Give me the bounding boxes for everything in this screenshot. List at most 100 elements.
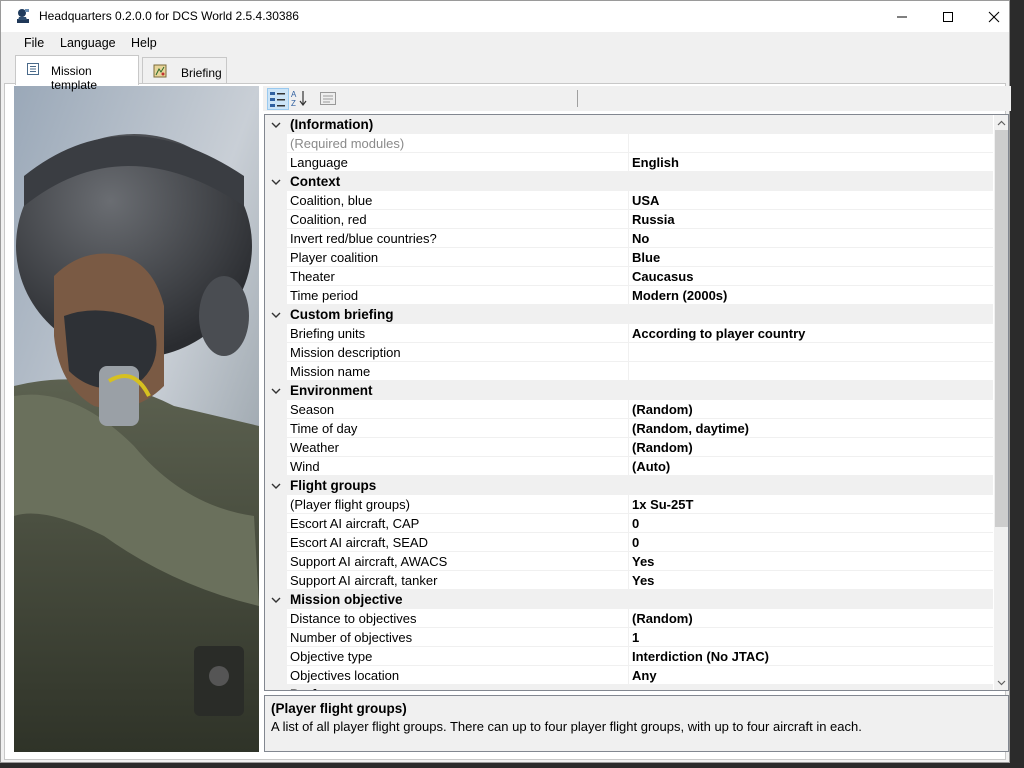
property-value[interactable]: Any bbox=[632, 668, 657, 683]
property-row[interactable]: Distance to objectives (Random) bbox=[265, 609, 993, 628]
chevron-down-icon[interactable] bbox=[270, 309, 282, 321]
title-bar[interactable]: Headquarters 0.2.0.0 for DCS World 2.5.4… bbox=[1, 1, 1009, 32]
property-value[interactable]: Blue bbox=[632, 250, 660, 265]
property-row[interactable]: Weather (Random) bbox=[265, 438, 993, 457]
property-row[interactable]: Theater Caucasus bbox=[265, 267, 993, 286]
property-value[interactable]: 0 bbox=[632, 516, 639, 531]
column-divider[interactable] bbox=[628, 533, 629, 552]
column-divider[interactable] bbox=[628, 552, 629, 571]
property-value[interactable]: Russia bbox=[632, 212, 675, 227]
chevron-down-icon[interactable] bbox=[270, 176, 282, 188]
property-value[interactable]: (Random, daytime) bbox=[632, 421, 749, 436]
property-value[interactable]: (Random) bbox=[632, 611, 693, 626]
chevron-down-icon[interactable] bbox=[270, 385, 282, 397]
column-divider[interactable] bbox=[628, 286, 629, 305]
property-row[interactable]: Mission name bbox=[265, 362, 993, 381]
column-divider[interactable] bbox=[628, 628, 629, 647]
chevron-down-icon[interactable] bbox=[270, 594, 282, 606]
chevron-down-icon[interactable] bbox=[270, 480, 282, 492]
menu-help[interactable]: Help bbox=[131, 36, 157, 50]
property-row[interactable]: Wind (Auto) bbox=[265, 457, 993, 476]
column-divider[interactable] bbox=[628, 400, 629, 419]
column-divider[interactable] bbox=[628, 191, 629, 210]
tab-mission-template[interactable]: Mission template bbox=[15, 55, 139, 92]
category-row[interactable]: Context bbox=[265, 172, 993, 191]
chevron-down-icon[interactable] bbox=[270, 689, 282, 691]
property-row[interactable]: Invert red/blue countries? No bbox=[265, 229, 993, 248]
property-row[interactable]: Season (Random) bbox=[265, 400, 993, 419]
column-divider[interactable] bbox=[628, 571, 629, 590]
close-button[interactable] bbox=[971, 1, 1017, 32]
property-row[interactable]: Number of objectives 1 bbox=[265, 628, 993, 647]
property-value[interactable]: Yes bbox=[632, 573, 654, 588]
property-row[interactable]: Objectives location Any bbox=[265, 666, 993, 685]
property-value[interactable]: 0 bbox=[632, 535, 639, 550]
column-divider[interactable] bbox=[628, 248, 629, 267]
property-row[interactable]: Coalition, red Russia bbox=[265, 210, 993, 229]
property-row[interactable]: Time of day (Random, daytime) bbox=[265, 419, 993, 438]
category-row[interactable]: Mission objective bbox=[265, 590, 993, 609]
property-pages-button[interactable] bbox=[318, 88, 340, 110]
property-row[interactable]: (Player flight groups) 1x Su-25T bbox=[265, 495, 993, 514]
category-row[interactable]: Custom briefing bbox=[265, 305, 993, 324]
column-divider[interactable] bbox=[628, 457, 629, 476]
property-value[interactable]: (Random) bbox=[632, 402, 693, 417]
property-value[interactable]: According to player country bbox=[632, 326, 805, 341]
property-row[interactable]: Player coalition Blue bbox=[265, 248, 993, 267]
tab-briefing[interactable]: Briefing bbox=[142, 57, 227, 85]
property-value[interactable]: Yes bbox=[632, 554, 654, 569]
property-value[interactable]: English bbox=[632, 155, 679, 170]
scroll-thumb[interactable] bbox=[995, 130, 1008, 527]
property-grid[interactable]: (Information) (Required modules) Language E… bbox=[264, 114, 1009, 691]
property-row[interactable]: Time period Modern (2000s) bbox=[265, 286, 993, 305]
scroll-down-arrow[interactable] bbox=[994, 675, 1008, 690]
property-value[interactable]: (Auto) bbox=[632, 459, 670, 474]
property-value[interactable]: No bbox=[632, 231, 649, 246]
column-divider[interactable] bbox=[628, 438, 629, 457]
column-divider[interactable] bbox=[628, 609, 629, 628]
property-row[interactable]: Coalition, blue USA bbox=[265, 191, 993, 210]
column-divider[interactable] bbox=[628, 229, 629, 248]
property-value[interactable]: Caucasus bbox=[632, 269, 693, 284]
minimize-button[interactable] bbox=[879, 1, 925, 32]
property-row[interactable]: Language English bbox=[265, 153, 993, 172]
property-row[interactable]: Escort AI aircraft, SEAD 0 bbox=[265, 533, 993, 552]
property-value[interactable]: 1 bbox=[632, 630, 639, 645]
property-row[interactable]: Escort AI aircraft, CAP 0 bbox=[265, 514, 993, 533]
property-row[interactable]: Mission description bbox=[265, 343, 993, 362]
column-divider[interactable] bbox=[628, 134, 629, 153]
vertical-scrollbar[interactable] bbox=[994, 115, 1008, 690]
column-divider[interactable] bbox=[628, 514, 629, 533]
property-value[interactable]: Modern (2000s) bbox=[632, 288, 727, 303]
property-row[interactable]: Briefing units According to player countr… bbox=[265, 324, 993, 343]
category-row[interactable]: (Information) bbox=[265, 115, 993, 134]
column-divider[interactable] bbox=[628, 647, 629, 666]
scroll-up-arrow[interactable] bbox=[994, 115, 1008, 130]
property-value[interactable]: 1x Su-25T bbox=[632, 497, 693, 512]
category-row[interactable]: Flight groups bbox=[265, 476, 993, 495]
column-divider[interactable] bbox=[628, 324, 629, 343]
property-row[interactable]: (Required modules) bbox=[265, 134, 993, 153]
menu-language[interactable]: Language bbox=[60, 36, 116, 50]
sort-alphabetical-button[interactable]: A Z bbox=[290, 88, 312, 110]
maximize-button[interactable] bbox=[925, 1, 971, 32]
category-row[interactable]: Pref... bbox=[265, 685, 993, 691]
categorized-view-button[interactable] bbox=[267, 88, 289, 110]
chevron-down-icon[interactable] bbox=[270, 119, 282, 131]
property-row[interactable]: Objective type Interdiction (No JTAC) bbox=[265, 647, 993, 666]
column-divider[interactable] bbox=[628, 419, 629, 438]
property-row[interactable]: Support AI aircraft, AWACS Yes bbox=[265, 552, 993, 571]
column-divider[interactable] bbox=[628, 666, 629, 685]
property-value[interactable]: Interdiction (No JTAC) bbox=[632, 649, 769, 664]
menu-file[interactable]: File bbox=[24, 36, 44, 50]
category-row[interactable]: Environment bbox=[265, 381, 993, 400]
column-divider[interactable] bbox=[628, 343, 629, 362]
column-divider[interactable] bbox=[628, 267, 629, 286]
column-divider[interactable] bbox=[628, 495, 629, 514]
column-divider[interactable] bbox=[628, 362, 629, 381]
property-row[interactable]: Support AI aircraft, tanker Yes bbox=[265, 571, 993, 590]
property-value[interactable]: (Random) bbox=[632, 440, 693, 455]
column-divider[interactable] bbox=[628, 210, 629, 229]
column-divider[interactable] bbox=[628, 153, 629, 172]
property-value[interactable]: USA bbox=[632, 193, 659, 208]
